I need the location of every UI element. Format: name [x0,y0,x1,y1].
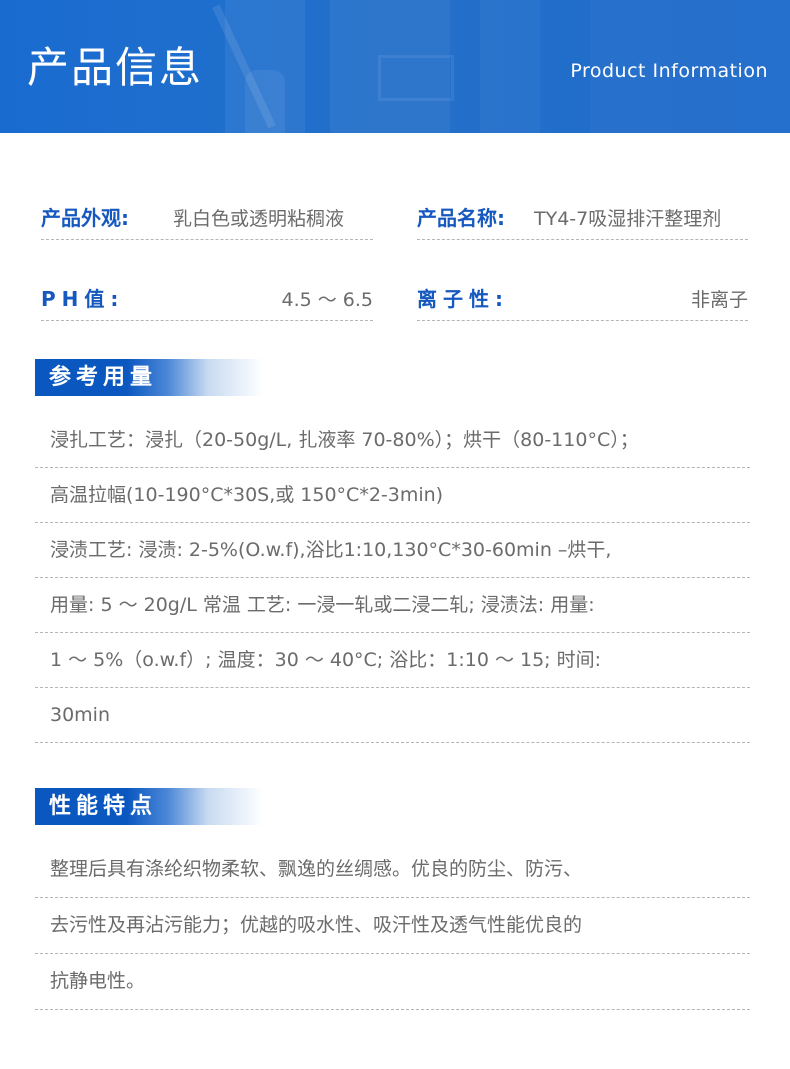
feature-line: 整理后具有涤纶织物柔软、飘逸的丝绸感。优良的防尘、防污、 [35,842,750,898]
spec-appearance: 产品外观: 乳白色或透明粘稠液 [41,191,373,240]
spec-value: 非离子 [690,289,748,311]
spec-label: 产品外观: [41,206,129,230]
spec-ph: PH值: 4.5 ～ 6.5 [41,272,373,321]
features-list: 整理后具有涤纶织物柔软、飘逸的丝绸感。优良的防尘、防污、 去污性及再沾污能力；优… [35,842,750,1010]
banner-decoration [245,70,285,133]
section-heading-text: 参考用量 [49,365,158,390]
spec-product-name: 产品名称: TY4-7吸湿排汗整理剂 [417,191,748,240]
usage-line: 浸扎工艺：浸扎（20-50g/L, 扎液率 70-80%）；烘干（80-110°… [35,413,750,468]
section-heading-text: 性能特点 [49,794,158,819]
banner-decoration [378,55,454,101]
usage-line: 浸渍工艺: 浸渍: 2-5%(O.w.f),浴比1:10,130°C*30-60… [35,523,750,578]
usage-list: 浸扎工艺：浸扎（20-50g/L, 扎液率 70-80%）；烘干（80-110°… [35,413,750,743]
page-subtitle: Product Information [570,60,768,82]
usage-line: 1 ～ 5%（o.w.f）; 温度：30 ～ 40°C; 浴比：1:10 ～ 1… [35,633,750,688]
page-title: 产品信息 [27,43,204,92]
spec-value: 乳白色或透明粘稠液 [173,208,345,230]
spec-label: 离子性: [417,287,509,311]
header-banner: 产品信息 Product Information [0,0,790,133]
feature-line: 抗静电性。 [35,954,750,1010]
spec-value: TY4-7吸湿排汗整理剂 [534,208,722,230]
section-heading-usage: 参考用量 [35,359,275,396]
spec-label: 产品名称: [417,206,505,230]
spec-value: 4.5 ～ 6.5 [281,289,373,311]
spec-ionicity: 离子性: 非离子 [417,272,748,321]
spec-label: PH值: [41,287,125,311]
banner-decoration [480,0,540,133]
feature-line: 去污性及再沾污能力；优越的吸水性、吸汗性及透气性能优良的 [35,898,750,954]
usage-line: 高温拉幅(10-190°C*30S,或 150°C*2-3min) [35,468,750,523]
usage-line: 30min [35,688,750,743]
section-heading-features: 性能特点 [35,788,275,825]
usage-line: 用量: 5 ～ 20g/L 常温 工艺: 一浸一轧或二浸二轧; 浸渍法: 用量: [35,578,750,633]
